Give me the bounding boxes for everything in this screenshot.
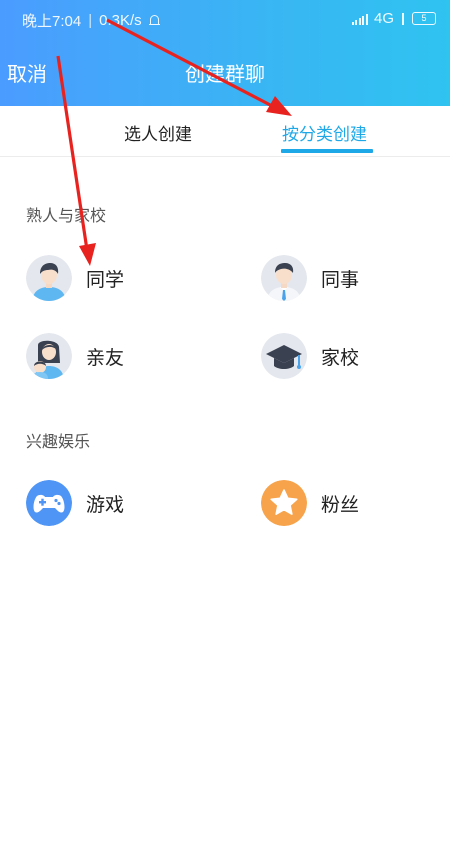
category-item-friends-family[interactable]: 亲友 (26, 333, 124, 379)
category-item-colleagues[interactable]: 同事 (261, 255, 359, 301)
category-label: 粉丝 (321, 493, 360, 516)
cancel-button[interactable]: 取消 (7, 58, 47, 87)
status-bar: 晚上7:04 | 0.3K/s 4G 5 (0, 0, 450, 36)
status-time: 晚上7:04 (22, 13, 82, 30)
battery-icon: 5 (412, 12, 436, 25)
category-label: 同学 (86, 268, 125, 291)
status-separator: | (88, 12, 93, 29)
category-item-games[interactable]: 游戏 (26, 480, 124, 526)
tab-select-people[interactable]: 选人创建 (124, 120, 192, 145)
signal-icon (351, 13, 368, 25)
network-type: 4G (373, 10, 394, 27)
category-item-fans[interactable]: 粉丝 (261, 480, 359, 526)
section-title-acquaintances: 熟人与家校 (26, 206, 107, 225)
charging-icon (400, 12, 406, 25)
category-label: 家校 (321, 346, 360, 369)
gamepad-icon (26, 480, 72, 526)
bell-icon (148, 14, 160, 27)
tab-bar: 选人创建 按分类创建 (0, 106, 450, 157)
star-icon (261, 480, 307, 526)
colleague-avatar-icon (261, 255, 307, 301)
category-label: 同事 (321, 268, 360, 291)
classmate-avatar-icon (26, 255, 72, 301)
battery-level: 5 (421, 13, 427, 23)
category-item-classmates[interactable]: 同学 (26, 255, 124, 301)
page-title: 创建群聊 (185, 62, 265, 86)
header-bar: 晚上7:04 | 0.3K/s 4G 5 创建群聊 取消 (0, 0, 450, 106)
section-title-entertainment: 兴趣娱乐 (26, 432, 91, 451)
category-label: 亲友 (86, 346, 125, 369)
network-speed: 0.3K/s (99, 12, 142, 29)
active-tab-indicator (281, 149, 373, 153)
tab-by-category[interactable]: 按分类创建 (282, 120, 367, 145)
category-label: 游戏 (86, 493, 125, 516)
graduation-cap-icon (261, 333, 307, 379)
category-item-home-school[interactable]: 家校 (261, 333, 359, 379)
friends-family-avatar-icon (26, 333, 72, 379)
